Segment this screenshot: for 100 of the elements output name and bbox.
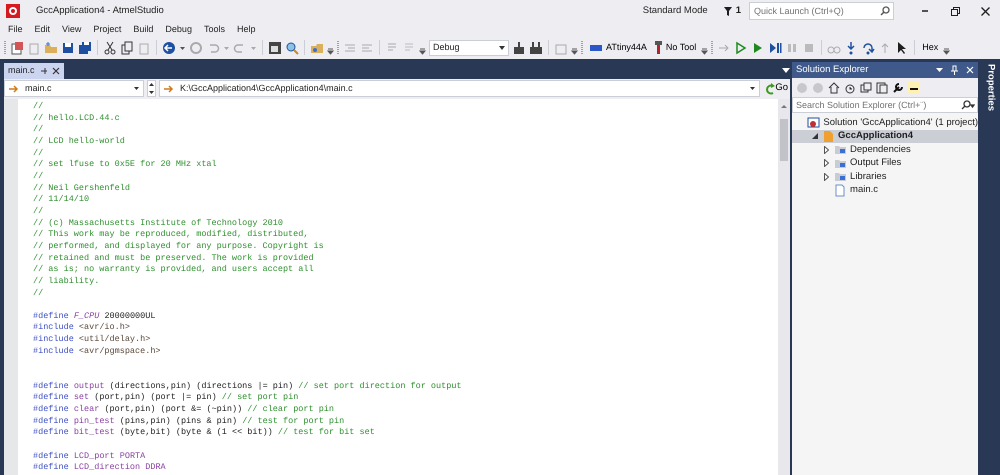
collapse-icon[interactable]: [860, 82, 872, 94]
tree-item[interactable]: Libraries: [792, 170, 978, 184]
tree-item[interactable]: main.c: [792, 184, 978, 197]
find-icon[interactable]: [285, 40, 299, 54]
filter-icon: [724, 6, 732, 16]
arrow-icon: [9, 84, 19, 92]
menu-item[interactable]: Edit: [28, 22, 56, 36]
continue-icon[interactable]: [768, 40, 782, 54]
code-line: //: [33, 124, 44, 134]
copy-icon[interactable]: [120, 40, 134, 54]
save-icon[interactable]: [61, 40, 75, 54]
restore-icon: [950, 6, 960, 16]
code-line: // as is; no warranty is provided, and users accept all: [33, 264, 314, 274]
document-tab[interactable]: main.c: [4, 62, 64, 78]
build-icon[interactable]: [512, 40, 526, 54]
expanded-arrow-icon[interactable]: [812, 133, 818, 140]
code-line: //: [33, 148, 44, 158]
mode-label: Standard Mode: [642, 4, 708, 18]
caret-icon: [750, 87, 756, 90]
code-line: #define set (port,pin) (port |= pin) // set port pin: [33, 392, 298, 402]
hex-button[interactable]: Hex: [920, 40, 940, 54]
menu-item[interactable]: Tools: [198, 22, 231, 36]
project-icon: [822, 130, 836, 143]
scope-dropdown[interactable]: main.c: [4, 80, 144, 97]
save-all-icon[interactable]: [78, 40, 92, 54]
code-line: #define clear (port,pin) (port &= (~pin)) // clear port pin: [33, 404, 334, 414]
preview-icon[interactable]: [908, 82, 920, 94]
code-line: //: [33, 170, 44, 181]
code-line: // This work may be reproduced, modified, distributed,: [33, 229, 308, 240]
code-line: //: [33, 206, 44, 216]
file-path-dropdown[interactable]: K:\GccApplication4\GccApplication4\main.c: [159, 80, 760, 97]
collapsed-arrow-icon[interactable]: [824, 146, 830, 154]
code-line: // retained and must be preserved. The work is provided: [33, 252, 314, 263]
close-icon: [980, 6, 990, 16]
side-tab[interactable]: Properties: [983, 62, 998, 111]
code-line: #define output (directions,pin) (directions |= pin) // set port direction for output: [33, 380, 462, 391]
minimize-icon: [921, 10, 929, 12]
tree-item[interactable]: GccApplication4: [792, 130, 978, 143]
code-line: #define pin_test (pins,pin) (pins & pin) // test for port pin: [33, 416, 344, 426]
quick-launch-field[interactable]: Quick Launch (Ctrl+Q): [749, 2, 894, 20]
copy-icon[interactable]: [876, 82, 888, 94]
folder-icon: [834, 143, 848, 156]
menu-item[interactable]: Project: [87, 22, 128, 36]
hammer-icon: [654, 41, 663, 54]
code-line: #include <avr/io.h>: [33, 322, 130, 332]
notification-count: 1: [736, 4, 741, 18]
dropdown-caret-icon[interactable]: [782, 68, 790, 73]
panel-title: Solution Explorer: [796, 62, 870, 77]
menu-item[interactable]: File: [2, 22, 29, 36]
refresh-arrow-icon: [765, 82, 776, 94]
caret-icon: [499, 46, 505, 50]
code-line: // set lfuse to 0x5E for 20 MHz xtal: [33, 159, 217, 170]
solution-icon: [807, 116, 820, 130]
spin-buttons-icon[interactable]: [147, 80, 156, 97]
menu-item[interactable]: Build: [127, 22, 160, 36]
go-button[interactable]: Go: [763, 80, 790, 97]
device-button[interactable]: ATtiny44A: [587, 40, 649, 54]
configuration-dropdown[interactable]: Debug: [429, 40, 509, 56]
history-icon[interactable]: [844, 82, 856, 94]
code-line: // performed, and displayed for any purpose. Copyright is: [33, 240, 324, 251]
code-line: // (c) Massachusetts Institute of Technology 2010: [33, 218, 283, 228]
wrench-icon[interactable]: [892, 82, 904, 94]
arrow-icon: [164, 84, 174, 92]
code-line: // hello.LCD.44.c: [33, 112, 120, 123]
home-icon[interactable]: [828, 82, 840, 94]
code-line: #define bit_test (byte,bit) (byte & (1 << bit)) // test for bit set: [33, 427, 375, 438]
app-logo-icon: [6, 4, 20, 18]
tool-button[interactable]: No Tool: [652, 40, 698, 54]
chip-icon: [589, 44, 603, 52]
cut-icon[interactable]: [103, 40, 117, 54]
code-line: #define F_CPU 20000000UL: [33, 310, 156, 321]
code-line: // Neil Gershenfeld: [33, 182, 130, 193]
code-line: // LCD hello-world: [33, 136, 125, 146]
code-line: #define LCD_direction DDRA: [33, 462, 166, 472]
close-icon[interactable]: [52, 66, 60, 74]
search-icon: [880, 6, 890, 16]
tree-item[interactable]: Dependencies: [792, 143, 978, 156]
tree-item[interactable]: Solution 'GccApplication4' (1 project): [792, 116, 978, 130]
step-over-icon[interactable]: [861, 40, 876, 54]
window-icon[interactable]: [268, 40, 282, 54]
start-debugging-icon[interactable]: [734, 40, 748, 54]
scrollbar[interactable]: [778, 99, 790, 475]
new-project-icon[interactable]: [10, 40, 24, 54]
collapsed-arrow-icon[interactable]: [824, 172, 830, 181]
scroll-thumb[interactable]: [780, 118, 788, 160]
file-icon: [834, 184, 848, 197]
dropdown-caret-icon[interactable]: [936, 68, 944, 72]
search-field[interactable]: Search Solution Explorer (Ctrl+¨): [792, 97, 978, 113]
build-solution-icon[interactable]: [529, 40, 543, 54]
menu-item[interactable]: Debug: [159, 22, 198, 36]
folder-icon[interactable]: [44, 40, 58, 54]
toolbar-grip-icon: [711, 40, 714, 55]
tree-item[interactable]: Output Files: [792, 156, 978, 170]
code-line: #define LCD_port PORTA: [33, 450, 146, 461]
toolbar-grip-icon: [4, 40, 7, 55]
toolbar-grip-icon: [337, 40, 340, 55]
menu-item[interactable]: Help: [230, 22, 262, 36]
menu-item[interactable]: View: [56, 22, 88, 36]
code-line: // 11/14/10: [33, 194, 90, 204]
collapsed-arrow-icon[interactable]: [824, 159, 830, 168]
